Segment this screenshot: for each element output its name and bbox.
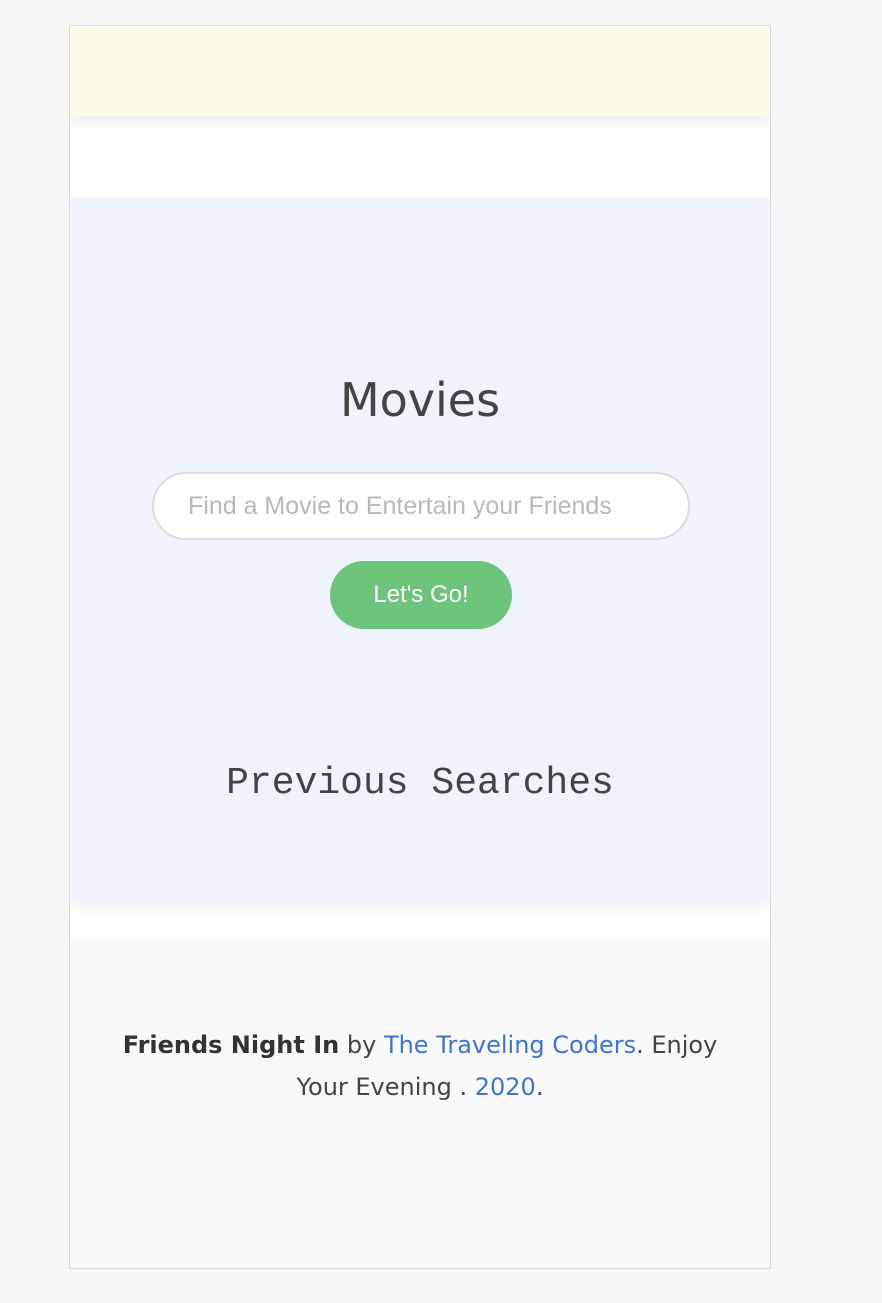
lets-go-button[interactable]: Let's Go! (330, 561, 512, 629)
previous-searches-title: Previous Searches (226, 762, 614, 805)
movie-search-input[interactable] (152, 472, 690, 540)
top-banner (70, 26, 770, 116)
movie-search-section: Movies Let's Go! Previous Searches (70, 198, 770, 900)
footer-text: Friends Night In by The Traveling Coders… (110, 1024, 730, 1108)
footer-by-text: by (339, 1031, 384, 1059)
section-title: Movies (339, 373, 501, 427)
footer: Friends Night In by The Traveling Coders… (70, 941, 770, 1268)
author-link[interactable]: The Traveling Coders (384, 1031, 636, 1059)
year-link[interactable]: 2020 (475, 1073, 536, 1101)
site-name: Friends Night In (122, 1031, 340, 1059)
footer-end-text: . (535, 1073, 544, 1101)
page-viewport: Movies Let's Go! Previous Searches Frien… (69, 25, 771, 1269)
